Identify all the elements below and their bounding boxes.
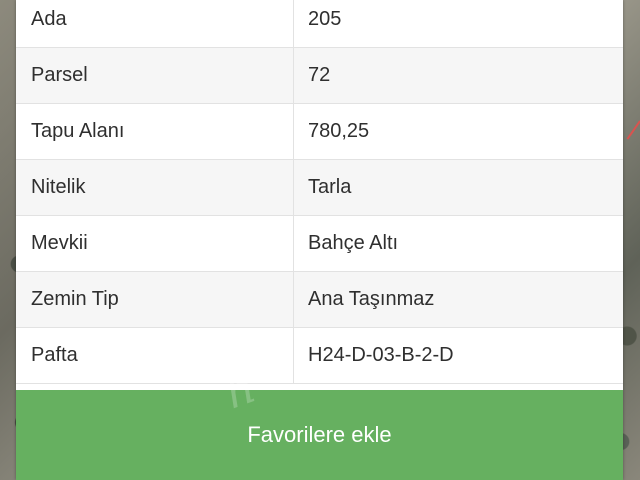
row-label: Tapu Alanı [16, 104, 294, 159]
row-label: Zemin Tip [16, 272, 294, 327]
parcel-info-panel: Ada 205 Parsel 72 Tapu Alanı 780,25 Nite… [16, 0, 623, 480]
table-row: Mevkii Bahçe Altı [16, 216, 623, 272]
row-label: Ada [16, 0, 294, 47]
table-row: Parsel 72 [16, 48, 623, 104]
add-to-favorites-button[interactable]: Favorilere ekle [16, 390, 623, 480]
row-value: Ana Taşınmaz [308, 288, 435, 310]
row-label: Parsel [16, 48, 294, 103]
table-row: Ada 205 [16, 0, 623, 48]
row-value: 72 [308, 64, 331, 86]
row-value: H24-D-03-B-2-D [308, 344, 454, 366]
row-value: Bahçe Altı [308, 232, 399, 254]
row-label: Pafta [16, 328, 294, 383]
table-row: Zemin Tip Ana Taşınmaz [16, 272, 623, 328]
row-value: 205 [308, 8, 342, 30]
table-row: Pafta H24-D-03-B-2-D [16, 328, 623, 384]
table-row: Nitelik Tarla [16, 160, 623, 216]
row-label: Nitelik [16, 160, 294, 215]
table-row: Tapu Alanı 780,25 [16, 104, 623, 160]
row-value: 780,25 [308, 120, 370, 142]
parcel-info-table: Ada 205 Parsel 72 Tapu Alanı 780,25 Nite… [16, 0, 623, 384]
row-value: Tarla [308, 176, 352, 198]
row-label: Mevkii [16, 216, 294, 271]
